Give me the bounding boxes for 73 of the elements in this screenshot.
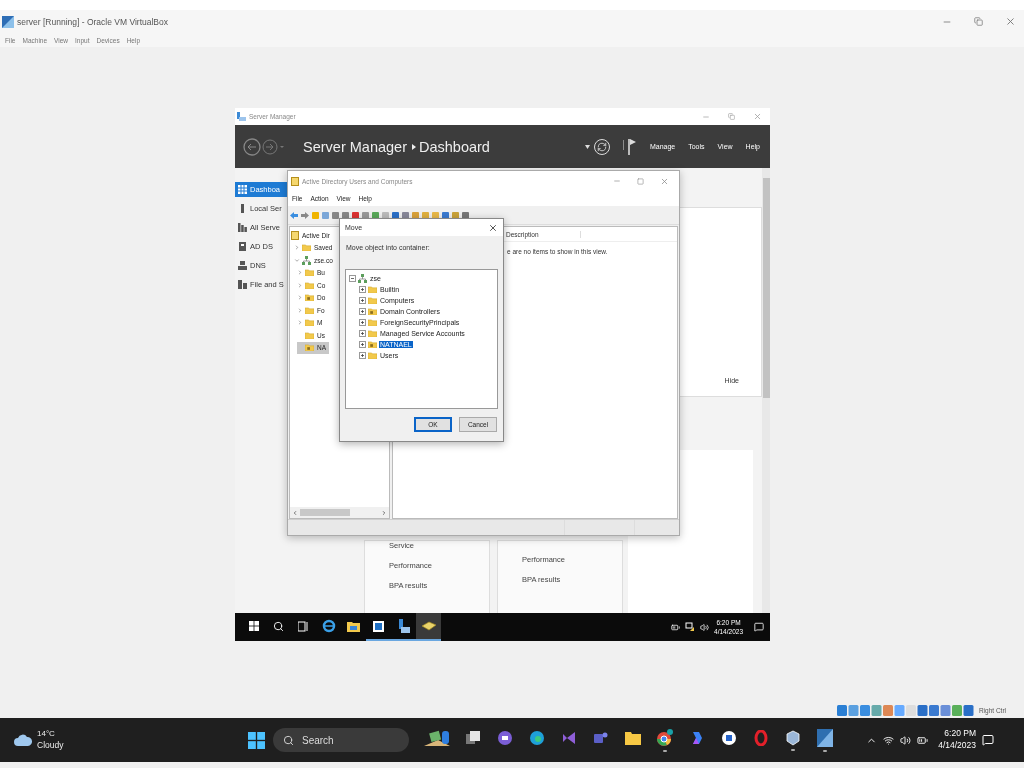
scroll-right-icon: [381, 509, 387, 516]
start-icon[interactable]: [248, 731, 265, 749]
folder-icon: [368, 351, 377, 360]
expand-icon[interactable]: [359, 286, 366, 293]
scroll-left-icon: [292, 509, 298, 516]
task-view-icon: [466, 730, 480, 745]
chevron-down-icon: [294, 256, 300, 264]
window-title: server [Running] - Oracle VM VirtualBox: [17, 16, 168, 27]
circle-app-icon: [721, 729, 737, 746]
server-icon: [238, 204, 247, 213]
forward-arrow-icon[interactable]: [301, 211, 309, 219]
window-icon: [373, 620, 384, 632]
clock[interactable]: 6:20 PM 4/14/2023: [938, 728, 976, 752]
directory-icon: [238, 242, 247, 251]
temperature-text: 14°C: [37, 729, 56, 740]
weather-text: Cloudy: [37, 739, 64, 751]
vm-window-icon: [817, 728, 833, 747]
ou-folder-icon: [368, 340, 377, 349]
start-icon[interactable]: [248, 621, 259, 631]
file-server-icon: [238, 280, 247, 289]
folder-icon: [302, 244, 311, 252]
ribbon-icon: [561, 729, 577, 746]
grid-icon: [238, 185, 247, 194]
volume-icon: [900, 734, 912, 746]
close-icon[interactable]: [1005, 16, 1016, 27]
server-manager-icon: [397, 619, 410, 633]
network-icon: [302, 255, 311, 265]
app-logo-icon: [2, 15, 14, 28]
flag-icon[interactable]: [622, 137, 637, 156]
close-icon[interactable]: [488, 222, 498, 233]
back-arrow-icon[interactable]: [290, 211, 298, 219]
video-chat-icon: [497, 729, 513, 746]
taskbar-app[interactable]: [416, 613, 441, 641]
wifi-icon: [883, 734, 895, 746]
servers-icon: [238, 223, 247, 232]
breadcrumb-text: Dashboard: [418, 138, 490, 155]
dns-icon: [238, 261, 247, 270]
chevron-right-icon: [294, 244, 300, 252]
expand-icon[interactable]: [359, 330, 366, 337]
scrollbar[interactable]: [290, 507, 389, 518]
cloud-icon: [14, 734, 32, 746]
network-icon: [685, 622, 696, 632]
scrollbar[interactable]: [762, 168, 770, 613]
ou-folder-icon: [305, 344, 314, 352]
expand-icon[interactable]: [359, 319, 366, 326]
notification-icon[interactable]: [754, 622, 764, 632]
network-icon: [358, 274, 367, 283]
collapse-icon[interactable]: [349, 275, 356, 282]
folder-icon: [347, 620, 360, 632]
search-icon[interactable]: [273, 620, 284, 632]
expand-icon[interactable]: [359, 352, 366, 359]
volume-icon: [700, 622, 710, 632]
ring-icon: [753, 729, 769, 746]
expand-icon[interactable]: [359, 308, 366, 315]
battery-icon: [671, 622, 681, 632]
folder-icon: [625, 730, 641, 745]
expand-icon[interactable]: [359, 297, 366, 304]
search-bar[interactable]: Search: [273, 728, 409, 752]
browser-icon: [656, 728, 674, 747]
server-manager-icon: [237, 112, 246, 121]
battery-icon: [917, 734, 929, 746]
search-field[interactable]: Search: [300, 733, 380, 747]
browser-icon: [321, 619, 336, 633]
browser-icon: [529, 729, 545, 746]
dropdown-caret-icon: [584, 144, 590, 149]
ou-folder-icon: [305, 294, 314, 302]
notification-icon[interactable]: [982, 734, 994, 746]
breadcrumb-text: Server Manager: [303, 138, 407, 155]
task-view-icon[interactable]: [298, 620, 309, 632]
ou-folder-icon: [368, 307, 377, 316]
cube-icon: [785, 729, 801, 746]
search-icon: [283, 734, 294, 746]
expand-icon[interactable]: [359, 341, 366, 348]
